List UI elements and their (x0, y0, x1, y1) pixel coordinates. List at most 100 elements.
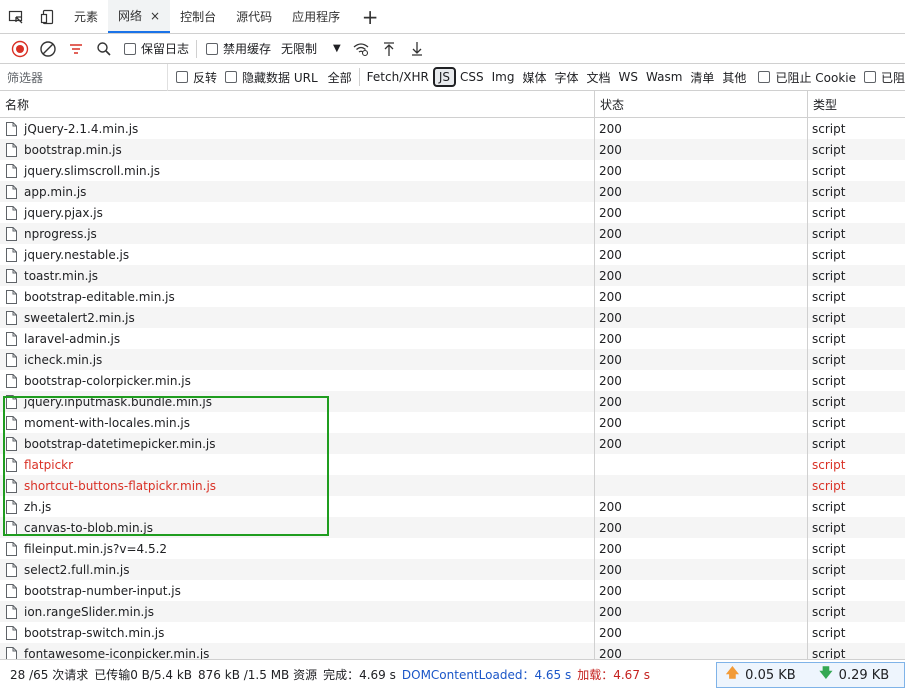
request-name-cell[interactable]: bootstrap-editable.min.js (0, 286, 595, 307)
request-name-cell[interactable]: nprogress.js (0, 223, 595, 244)
search-icon[interactable] (90, 36, 118, 62)
request-name-cell[interactable]: jquery.pjax.js (0, 202, 595, 223)
preserve-log-checkbox[interactable]: 保留日志 (124, 40, 189, 57)
device-toolbar-icon[interactable] (32, 0, 64, 33)
table-row[interactable]: flatpickr script (0, 454, 905, 475)
table-row[interactable]: zh.js 200 script (0, 496, 905, 517)
tab-sources[interactable]: 源代码 (226, 0, 282, 33)
table-row[interactable]: moment-with-locales.min.js 200 script (0, 412, 905, 433)
request-name-cell[interactable]: fileinput.min.js?v=4.5.2 (0, 538, 595, 559)
invert-checkbox[interactable]: 反转 (176, 69, 217, 86)
request-name-cell[interactable]: zh.js (0, 496, 595, 517)
table-row[interactable]: jquery.slimscroll.min.js 200 script (0, 160, 905, 181)
table-row[interactable]: nprogress.js 200 script (0, 223, 905, 244)
request-name-cell[interactable]: canvas-to-blob.min.js (0, 517, 595, 538)
table-row[interactable]: shortcut-buttons-flatpickr.min.js script (0, 475, 905, 496)
record-icon[interactable] (6, 36, 34, 62)
request-name-cell[interactable]: bootstrap-number-input.js (0, 580, 595, 601)
request-name-cell[interactable]: fontawesome-iconpicker.min.js (0, 643, 595, 659)
request-name-cell[interactable]: app.min.js (0, 181, 595, 202)
inspect-element-icon[interactable] (0, 0, 32, 33)
request-name-cell[interactable]: jquery.slimscroll.min.js (0, 160, 595, 181)
filter-type-ws[interactable]: WS (615, 67, 642, 87)
transferred-size: 已传输0 B/5.4 kB (94, 667, 193, 682)
table-row[interactable]: bootstrap-editable.min.js 200 script (0, 286, 905, 307)
table-row[interactable]: bootstrap-number-input.js 200 script (0, 580, 905, 601)
network-conditions-icon[interactable] (347, 36, 375, 62)
table-row[interactable]: fileinput.min.js?v=4.5.2 200 script (0, 538, 905, 559)
column-header-name[interactable]: 名称 (0, 91, 595, 117)
request-name-cell[interactable]: bootstrap.min.js (0, 139, 595, 160)
request-name-cell[interactable]: jquery.inputmask.bundle.min.js (0, 391, 595, 412)
request-name-cell[interactable]: jQuery-2.1.4.min.js (0, 118, 595, 139)
request-type-cell: script (812, 226, 846, 241)
request-name-cell[interactable]: jquery.nestable.js (0, 244, 595, 265)
table-row[interactable]: jQuery-2.1.4.min.js 200 script (0, 118, 905, 139)
table-row[interactable]: bootstrap-datetimepicker.min.js 200 script (0, 433, 905, 454)
table-row[interactable]: sweetalert2.min.js 200 script (0, 307, 905, 328)
table-row[interactable]: ion.rangeSlider.min.js 200 script (0, 601, 905, 622)
filter-type-font[interactable]: 字体 (550, 67, 582, 87)
request-name-cell[interactable]: toastr.min.js (0, 265, 595, 286)
table-row[interactable]: canvas-to-blob.min.js 200 script (0, 517, 905, 538)
request-name-cell[interactable]: bootstrap-switch.min.js (0, 622, 595, 643)
blocked-requests-checkbox[interactable]: 已阻 (863, 69, 905, 86)
disable-cache-checkbox[interactable]: 禁用缓存 (206, 40, 271, 57)
filter-type-fetch-xhr[interactable]: Fetch/XHR (363, 67, 433, 87)
table-row[interactable]: jquery.inputmask.bundle.min.js 200 script (0, 391, 905, 412)
request-status-cell: 200 (595, 580, 808, 601)
request-name-cell[interactable]: moment-with-locales.min.js (0, 412, 595, 433)
column-header-type[interactable]: 类型 (808, 91, 905, 117)
throttle-select[interactable]: 无限制 ▼ (281, 40, 341, 57)
filter-type-css[interactable]: CSS (456, 67, 488, 87)
tab-elements[interactable]: 元素 (64, 0, 108, 33)
filter-input[interactable]: 筛选器 (0, 63, 168, 91)
request-name-cell[interactable]: shortcut-buttons-flatpickr.min.js (0, 475, 595, 496)
table-row[interactable]: app.min.js 200 script (0, 181, 905, 202)
request-name-cell[interactable]: flatpickr (0, 454, 595, 475)
filter-type-js[interactable]: JS (432, 67, 456, 87)
hide-data-url-checkbox[interactable]: 隐藏数据 URL (225, 69, 318, 86)
request-name-cell[interactable]: icheck.min.js (0, 349, 595, 370)
table-row[interactable]: bootstrap.min.js 200 script (0, 139, 905, 160)
table-row[interactable]: bootstrap-colorpicker.min.js 200 script (0, 370, 905, 391)
import-har-icon[interactable] (375, 36, 403, 62)
table-row[interactable]: toastr.min.js 200 script (0, 265, 905, 286)
table-row[interactable]: bootstrap-switch.min.js 200 script (0, 622, 905, 643)
table-row[interactable]: fontawesome-iconpicker.min.js 200 script (0, 643, 905, 659)
filter-icon[interactable] (62, 36, 90, 62)
blocked-requests-label: 已阻 (880, 70, 905, 85)
table-row[interactable]: laravel-admin.js 200 script (0, 328, 905, 349)
request-name-cell[interactable]: bootstrap-colorpicker.min.js (0, 370, 595, 391)
tab-application[interactable]: 应用程序 (282, 0, 350, 33)
request-name: flatpickr (24, 457, 74, 472)
table-row[interactable]: jquery.nestable.js 200 script (0, 244, 905, 265)
request-name-cell[interactable]: select2.full.min.js (0, 559, 595, 580)
filter-type-wasm[interactable]: Wasm (642, 67, 686, 87)
add-tab-icon[interactable]: + (350, 0, 390, 33)
table-row[interactable]: select2.full.min.js 200 script (0, 559, 905, 580)
table-row[interactable]: jquery.pjax.js 200 script (0, 202, 905, 223)
filter-type-all[interactable]: 全部 (324, 67, 356, 87)
clear-icon[interactable] (34, 36, 62, 62)
filter-type-doc[interactable]: 文档 (583, 67, 615, 87)
filter-type-img[interactable]: Img (488, 67, 519, 87)
request-name-cell[interactable]: ion.rangeSlider.min.js (0, 601, 595, 622)
table-row[interactable]: icheck.min.js 200 script (0, 349, 905, 370)
request-name-cell[interactable]: bootstrap-datetimepicker.min.js (0, 433, 595, 454)
request-type-cell: script (812, 310, 846, 325)
tab-close-icon[interactable]: × (150, 9, 160, 23)
tab-console[interactable]: 控制台 (170, 0, 226, 33)
request-name-cell[interactable]: laravel-admin.js (0, 328, 595, 349)
request-status-cell: 200 (595, 181, 808, 202)
filter-type-media[interactable]: 媒体 (518, 67, 550, 87)
tab-network[interactable]: 网络 × (108, 0, 171, 33)
blocked-cookies-checkbox[interactable]: 已阻止 Cookie (758, 69, 856, 86)
filter-type-other[interactable]: 其他 (718, 67, 750, 87)
export-har-icon[interactable] (403, 36, 431, 62)
request-name: bootstrap-switch.min.js (24, 625, 165, 640)
finish-time: 完成：4.69 s (323, 667, 396, 682)
request-name-cell[interactable]: sweetalert2.min.js (0, 307, 595, 328)
column-header-status[interactable]: 状态 (595, 91, 808, 117)
filter-type-manifest[interactable]: 清单 (686, 67, 718, 87)
